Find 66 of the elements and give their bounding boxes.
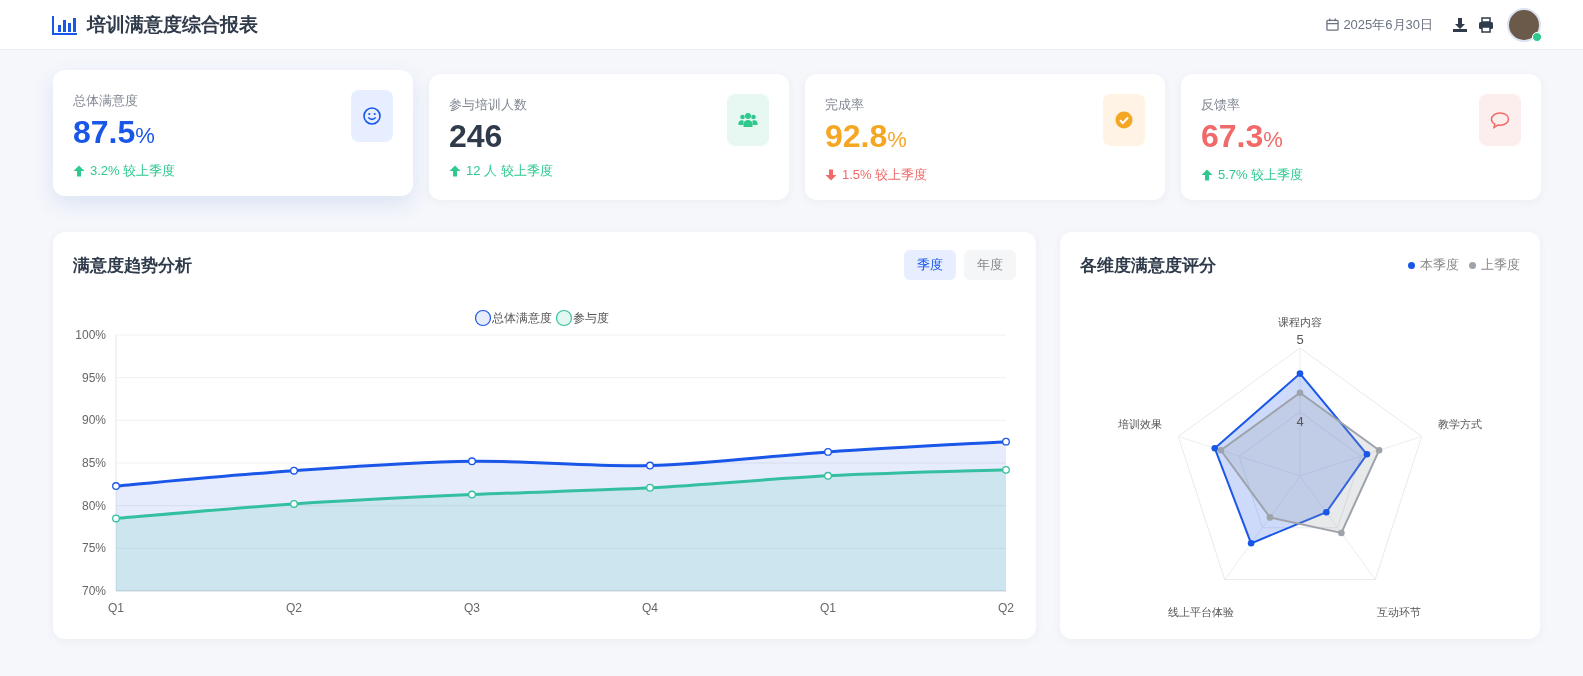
x-axis-label: Q4	[642, 601, 658, 615]
data-point	[1375, 447, 1383, 454]
stat-label: 完成率	[825, 96, 865, 114]
stat-label: 总体满意度	[73, 92, 139, 110]
data-point	[112, 514, 120, 523]
data-point	[1002, 465, 1010, 474]
data-point	[1296, 389, 1304, 397]
legend-item[interactable]: 参与度	[555, 309, 609, 327]
data-point	[1296, 370, 1304, 377]
data-point	[290, 500, 298, 508]
y-axis-label: 75%	[81, 541, 106, 556]
data-point	[112, 482, 120, 490]
data-point	[1323, 508, 1330, 516]
y-axis-label: 85%	[81, 456, 106, 470]
data-point	[1266, 514, 1274, 521]
x-axis-label: Q2	[286, 601, 302, 615]
stat-label: 参与培训人数	[449, 96, 528, 114]
data-point	[290, 466, 298, 475]
x-axis-label: Q1	[108, 601, 124, 615]
data-point	[646, 483, 654, 492]
axis-label: 线上平台体验	[1168, 605, 1235, 618]
stat-value: 246	[449, 117, 504, 156]
data-point	[1247, 540, 1255, 547]
axis-tick-label: 4	[1296, 414, 1304, 429]
x-axis-label: Q3	[464, 601, 480, 615]
data-point	[824, 471, 832, 480]
report-date: 2025年6月30日	[1343, 15, 1433, 34]
x-axis-label: Q2	[998, 601, 1014, 615]
panel-title: 满意度趋势分析	[73, 254, 192, 277]
x-axis-label: Q1	[820, 601, 836, 615]
legend-label: 上季度	[1481, 256, 1520, 274]
data-point	[646, 461, 654, 470]
change-text: 12 人 较上季度	[466, 162, 553, 180]
y-axis-label: 95%	[81, 370, 106, 385]
axis-tick-label: 5	[1296, 332, 1304, 347]
y-axis-label: 100%	[75, 328, 106, 342]
bar-chart-icon	[52, 14, 78, 35]
y-axis-label: 90%	[81, 413, 106, 428]
data-point	[824, 447, 832, 456]
data-point	[1002, 437, 1010, 446]
change-text: 1.5% 较上季度	[842, 166, 928, 184]
axis-label: 课程内容	[1278, 316, 1322, 328]
panel-title: 各维度满意度评分	[1080, 254, 1216, 277]
user-avatar[interactable]	[1507, 7, 1541, 42]
change-text: 5.7% 较上季度	[1218, 166, 1304, 184]
stat-value: 67.3%	[1201, 117, 1284, 156]
y-axis-label: 70%	[81, 584, 106, 598]
stat-value: 92.8%	[825, 117, 908, 156]
legend-label: 总体满意度	[491, 311, 552, 325]
axis-label: 培训效果	[1118, 418, 1163, 431]
legend-item[interactable]: 总体满意度	[474, 309, 552, 327]
page-title: 培训满意度综合报表	[87, 12, 258, 37]
axis-label: 教学方式	[1437, 418, 1482, 431]
axis-label: 互动环节	[1376, 605, 1421, 618]
change-text: 3.2% 较上季度	[90, 162, 176, 180]
stat-value: 87.5%	[73, 113, 156, 152]
data-point	[468, 490, 476, 499]
legend-label: 参与度	[573, 311, 609, 325]
data-point	[1338, 529, 1345, 537]
period-tab[interactable]: 季度	[904, 250, 956, 280]
y-axis-label: 80%	[81, 498, 106, 513]
legend-label: 本季度	[1420, 256, 1459, 274]
data-point	[468, 457, 476, 466]
calendar-icon	[1326, 18, 1340, 31]
stat-label: 反馈率	[1201, 96, 1241, 114]
data-point	[1363, 450, 1371, 458]
